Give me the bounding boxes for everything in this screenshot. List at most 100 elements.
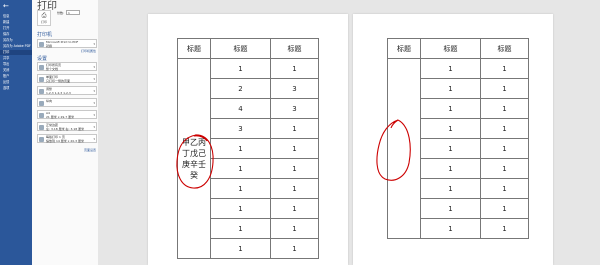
preview-table-1: 标题 标题 标题 甲乙丙丁戊己庚辛壬癸 1 1 2 3 4 3 3 1 1 1 1 1 1 1 1 1 1 1 1 1 xyxy=(177,38,319,259)
chevron-down-icon: ▾ xyxy=(93,137,95,141)
setting-subtitle: 缩放到 14 厘米 x 20.3 厘米 xyxy=(46,139,85,143)
merged-cell: 甲乙丙丁戊己庚辛壬癸 xyxy=(177,58,211,259)
setting-icon xyxy=(39,137,44,142)
settings-dropdown[interactable]: 单面打印 只打印一侧的页面 ▾ xyxy=(37,74,97,83)
header-cell: 标题 xyxy=(480,38,529,59)
header-cell: 标题 xyxy=(270,38,319,59)
chevron-down-icon: ▾ xyxy=(93,125,95,129)
table-cell: 1 xyxy=(270,158,319,179)
chevron-down-icon: ▾ xyxy=(93,42,95,46)
nav-item[interactable]: 账户 xyxy=(0,74,32,79)
table-header-row: 标题 标题 标题 xyxy=(387,38,529,59)
table-cell: 1 xyxy=(210,238,271,259)
chevron-down-icon: ▾ xyxy=(93,77,95,81)
table-cell: 1 xyxy=(270,58,319,79)
chevron-down-icon: ▾ xyxy=(93,89,95,93)
settings-dropdown[interactable]: 正常边距 左: 3.18 厘米 右: 3.18 厘米 ▾ xyxy=(37,122,97,131)
nav-item[interactable]: 另存为 xyxy=(0,38,32,43)
nav-item[interactable]: 新建 xyxy=(0,20,32,25)
setting-subtitle: 左: 3.18 厘米 右: 3.18 厘米 xyxy=(46,127,85,131)
header-cell: 标题 xyxy=(177,38,211,59)
nav-item[interactable]: 选项 xyxy=(0,86,32,91)
printer-properties-link[interactable]: 打印机属性 xyxy=(81,49,96,53)
table-cell: 1 xyxy=(480,158,529,179)
nav-item[interactable]: 打印 xyxy=(0,50,32,55)
preview-page-2: 标题 标题 标题 111111111111111111 xyxy=(353,14,553,265)
settings-dropdown[interactable]: A4 21 厘米 x 29.7 厘米 ▾ xyxy=(37,110,97,119)
header-cell: 标题 xyxy=(420,38,481,59)
merged-cell xyxy=(387,58,421,239)
chevron-down-icon: ▾ xyxy=(93,113,95,117)
table-cell: 3 xyxy=(270,78,319,99)
table-cell: 1 xyxy=(270,198,319,219)
table-cell: 1 xyxy=(480,178,529,199)
page-setup-link[interactable]: 页面设置 xyxy=(84,148,96,152)
table-cell: 1 xyxy=(480,58,529,79)
setting-icon xyxy=(39,89,44,94)
backstage-nav: ← 信息 新建 打开 保存 另存为 另存为 Adobe PDF 打印 共享 导出 关闭 账户 反馈 选项 xyxy=(0,0,32,265)
printer-device-icon xyxy=(39,42,44,47)
table-cell: 3 xyxy=(210,118,271,139)
copies-control: 份数: 1 xyxy=(57,10,81,15)
table-cell: 1 xyxy=(210,138,271,159)
settings-dropdown[interactable]: 每版打印 1 页缩放到 14 厘米 x 20.3 厘米 ▾ xyxy=(37,134,97,143)
settings-dropdown[interactable]: 纵向 ▾ xyxy=(37,98,97,107)
table-cell: 1 xyxy=(420,158,481,179)
table-cell: 1 xyxy=(480,118,529,139)
setting-icon xyxy=(39,65,44,70)
setting-icon xyxy=(39,125,44,130)
table-cell: 1 xyxy=(210,178,271,199)
table-row: 11 xyxy=(387,58,529,239)
setting-subtitle: 21 厘米 x 29.7 厘米 xyxy=(46,115,75,119)
nav-item[interactable]: 保存 xyxy=(0,32,32,37)
table-cell: 1 xyxy=(420,118,481,139)
table-cell: 1 xyxy=(210,158,271,179)
nav-item[interactable]: 反馈 xyxy=(0,80,32,85)
settings-dropdown[interactable]: 打印所有页 整个文档 ▾ xyxy=(37,62,97,71)
table-cell: 1 xyxy=(270,118,319,139)
chevron-down-icon: ▾ xyxy=(93,65,95,69)
table-cell: 3 xyxy=(270,98,319,119)
setting-title: 纵向 xyxy=(46,99,53,103)
setting-subtitle: 只打印一侧的页面 xyxy=(46,79,71,83)
copies-input[interactable]: 1 xyxy=(66,10,81,15)
nav-item[interactable]: 另存为 Adobe PDF xyxy=(0,44,32,49)
table-row: 甲乙丙丁戊己庚辛壬癸 1 1 xyxy=(177,58,319,259)
nav-item[interactable]: 信息 xyxy=(0,14,32,19)
setting-subtitle: 整个文档 xyxy=(46,67,59,71)
setting-icon xyxy=(39,113,44,118)
table-cell: 1 xyxy=(420,98,481,119)
header-cell: 标题 xyxy=(387,38,421,59)
preview-page-1: 标题 标题 标题 甲乙丙丁戊己庚辛壬癸 1 1 2 3 4 3 3 1 1 1 1 1 1 1 1 1 1 1 1 1 xyxy=(148,14,348,265)
printer-dropdown[interactable]: Microsoft Print to PDF 就绪 ▾ xyxy=(37,39,97,48)
table-cell: 1 xyxy=(480,138,529,159)
settings-section-title: 设置 xyxy=(37,56,48,62)
table-cell: 1 xyxy=(420,198,481,219)
nav-item[interactable]: 关闭 xyxy=(0,68,32,73)
table-cell: 1 xyxy=(270,138,319,159)
printer-status: 就绪 xyxy=(46,44,53,48)
table-cell: 1 xyxy=(420,58,481,79)
nav-item[interactable]: 打开 xyxy=(0,26,32,31)
setting-icon xyxy=(39,101,44,106)
table-cell: 1 xyxy=(420,78,481,99)
table-cell: 1 xyxy=(480,198,529,219)
table-cell: 1 xyxy=(270,218,319,239)
copies-label: 份数: xyxy=(57,10,65,15)
table-header-row: 标题 标题 标题 xyxy=(177,38,319,59)
print-button[interactable]: ⎙ 打印 xyxy=(37,10,51,26)
nav-item[interactable]: 导出 xyxy=(0,62,32,67)
chevron-down-icon: ▾ xyxy=(93,101,95,105)
table-cell: 1 xyxy=(480,98,529,119)
preview-table-2: 标题 标题 标题 111111111111111111 xyxy=(387,38,529,239)
nav-item[interactable]: 共享 xyxy=(0,56,32,61)
table-cell: 1 xyxy=(210,58,271,79)
table-cell: 1 xyxy=(270,178,319,199)
print-preview: 标题 标题 标题 甲乙丙丁戊己庚辛壬癸 1 1 2 3 4 3 3 1 1 1 1 1 1 1 1 1 1 1 1 1 … xyxy=(98,0,600,265)
printer-icon: ⎙ xyxy=(41,12,47,19)
table-cell: 1 xyxy=(420,138,481,159)
table-cell: 1 xyxy=(210,198,271,219)
settings-dropdown[interactable]: 调整 1,2,3 1,2,3 1,2,3 ▾ xyxy=(37,86,97,95)
table-cell: 1 xyxy=(270,238,319,259)
back-arrow-icon[interactable]: ← xyxy=(3,2,13,10)
